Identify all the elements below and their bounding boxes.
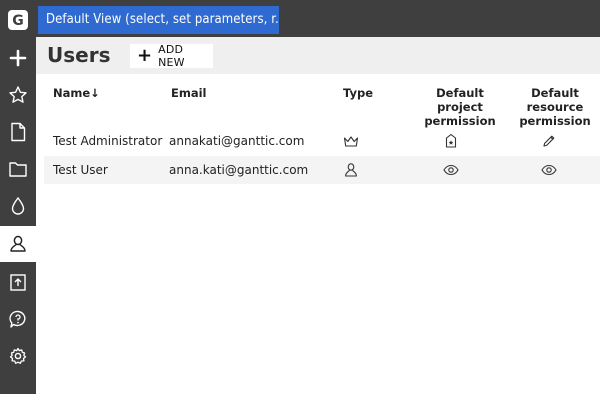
project-permission-cell[interactable] bbox=[440, 127, 462, 155]
column-header-resource-line1: Default bbox=[531, 86, 579, 100]
sidebar-add-button[interactable] bbox=[0, 40, 36, 76]
user-icon bbox=[10, 235, 26, 252]
sidebar-item-documents[interactable] bbox=[0, 114, 36, 150]
add-new-button[interactable]: + ADD NEW bbox=[130, 43, 213, 69]
table-row[interactable]: Test User anna.kati@ganttic.com bbox=[44, 156, 600, 184]
badge-star-icon bbox=[445, 133, 457, 148]
user-icon bbox=[345, 163, 357, 177]
table-row[interactable]: Test Administrator annakati@ganttic.com bbox=[44, 127, 600, 155]
column-header-name[interactable]: Name↓ bbox=[53, 86, 100, 100]
gear-icon bbox=[9, 347, 27, 364]
column-header-project-line2: project bbox=[437, 100, 483, 114]
top-bar: Default View (select, set parameters, r.… bbox=[36, 0, 600, 37]
column-header-email[interactable]: Email bbox=[171, 86, 206, 100]
crown-icon bbox=[343, 135, 359, 147]
column-header-type[interactable]: Type bbox=[343, 86, 373, 100]
app-logo[interactable]: G bbox=[0, 4, 36, 36]
view-title: Default View (select, set parameters, r.… bbox=[46, 12, 279, 27]
plus-icon: + bbox=[137, 45, 153, 66]
page-header: Users + ADD NEW bbox=[36, 37, 600, 74]
user-type-cell bbox=[340, 127, 362, 155]
star-icon bbox=[9, 86, 27, 103]
column-header-resource-line2: resource bbox=[526, 100, 584, 114]
column-header-project-line1: Default bbox=[436, 86, 484, 100]
drop-icon bbox=[11, 196, 25, 215]
user-type-cell bbox=[340, 156, 362, 184]
add-new-label: ADD NEW bbox=[158, 43, 185, 69]
view-selector[interactable]: Default View (select, set parameters, r.… bbox=[38, 6, 279, 34]
column-header-resource-permission[interactable]: Default resource permission bbox=[510, 86, 600, 128]
column-header-project-permission[interactable]: Default project permission bbox=[410, 86, 510, 128]
resource-permission-cell[interactable] bbox=[538, 127, 560, 155]
user-name: Test User bbox=[53, 163, 108, 177]
column-header-resource-line3: permission bbox=[519, 114, 591, 128]
plus-icon bbox=[9, 49, 27, 67]
folder-icon bbox=[9, 162, 27, 177]
sidebar-item-users[interactable] bbox=[0, 226, 36, 262]
eye-icon bbox=[541, 164, 557, 176]
page-title: Users bbox=[47, 43, 111, 67]
svg-text:G: G bbox=[12, 13, 24, 29]
user-name: Test Administrator bbox=[53, 134, 163, 148]
eye-icon bbox=[443, 164, 459, 176]
sidebar: G bbox=[0, 0, 36, 394]
column-header-project-line3: permission bbox=[424, 114, 496, 128]
help-icon bbox=[9, 310, 26, 328]
user-email: anna.kati@ganttic.com bbox=[169, 163, 309, 177]
resource-permission-cell[interactable] bbox=[538, 156, 560, 184]
sidebar-item-export[interactable] bbox=[0, 264, 36, 300]
project-permission-cell[interactable] bbox=[440, 156, 462, 184]
sidebar-item-projects[interactable] bbox=[0, 151, 36, 187]
sidebar-item-settings[interactable] bbox=[0, 338, 36, 374]
sidebar-item-help[interactable] bbox=[0, 301, 36, 337]
sidebar-item-drops[interactable] bbox=[0, 188, 36, 224]
sidebar-item-favorites[interactable] bbox=[0, 77, 36, 113]
pencil-icon bbox=[543, 135, 555, 147]
document-icon bbox=[11, 122, 26, 142]
export-icon bbox=[10, 274, 26, 291]
user-email: annakati@ganttic.com bbox=[169, 134, 305, 148]
logo-icon: G bbox=[8, 10, 28, 30]
